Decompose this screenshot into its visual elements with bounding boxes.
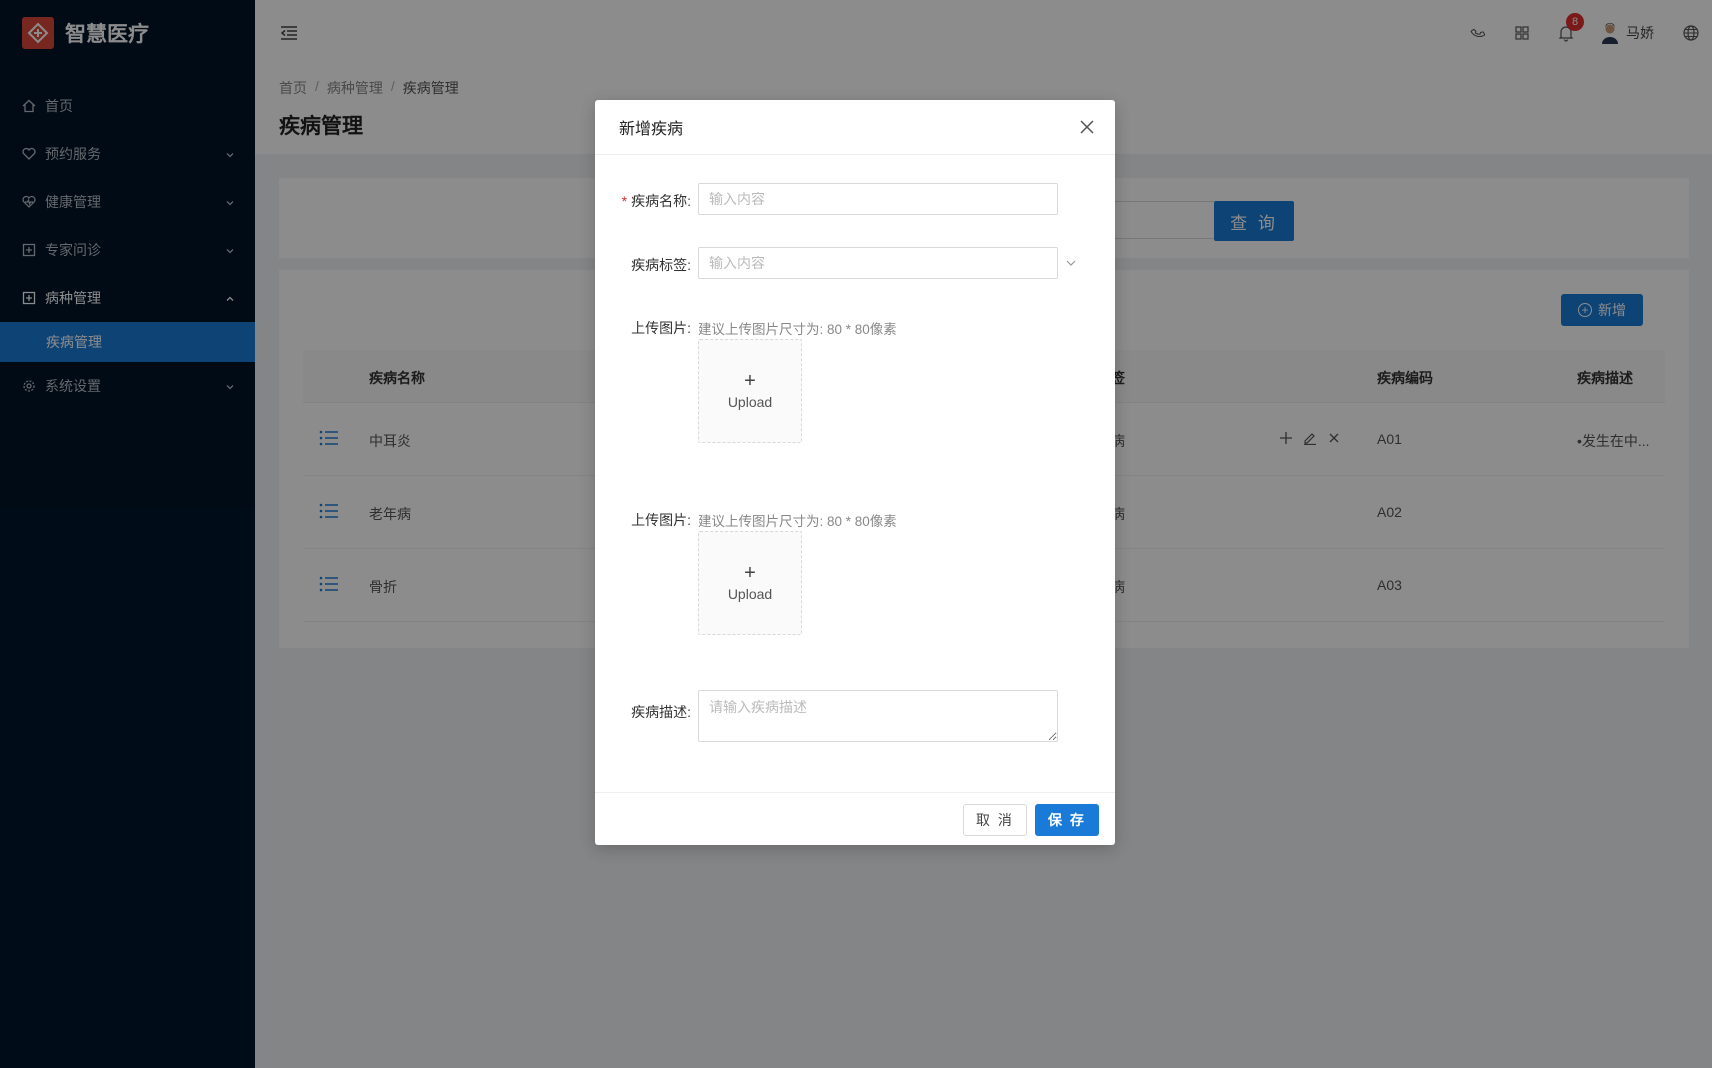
save-button[interactable]: 保 存 <box>1035 804 1099 836</box>
upload-label: Upload <box>727 586 773 602</box>
cancel-button[interactable]: 取 消 <box>963 804 1027 836</box>
field-label-upload-2: 上传图片: <box>631 512 691 528</box>
plus-icon: + <box>744 370 756 392</box>
modal-header: 新增疾病 <box>595 100 1115 155</box>
field-label-name: * 疾病名称: <box>622 191 691 211</box>
field-label-name-text: 疾病名称: <box>631 193 691 209</box>
disease-desc-textarea[interactable] <box>698 690 1058 742</box>
field-label-desc: 疾病描述: <box>631 704 691 720</box>
plus-icon: + <box>744 562 756 584</box>
modal-footer: 取 消 保 存 <box>595 792 1115 845</box>
field-label-tag: 疾病标签: <box>631 257 691 273</box>
upload-button-1[interactable]: + Upload <box>698 339 802 443</box>
disease-name-input[interactable] <box>698 183 1058 215</box>
chevron-down-icon <box>1065 257 1077 269</box>
close-icon[interactable] <box>1079 119 1095 135</box>
upload-hint-1: 建议上传图片尺寸为: 80 * 80像素 <box>698 322 897 337</box>
disease-tag-select[interactable] <box>698 247 1058 279</box>
modal-title: 新增疾病 <box>619 121 684 138</box>
upload-hint-2: 建议上传图片尺寸为: 80 * 80像素 <box>698 514 897 529</box>
required-mark: * <box>621 193 628 209</box>
upload-label: Upload <box>727 394 773 410</box>
field-label-upload-1: 上传图片: <box>631 320 691 336</box>
add-disease-modal: 新增疾病 *疾病名称: 疾病标签: 上传图片: 建议上传图片尺寸为: 80 * … <box>595 100 1115 845</box>
upload-button-2[interactable]: + Upload <box>698 531 802 635</box>
